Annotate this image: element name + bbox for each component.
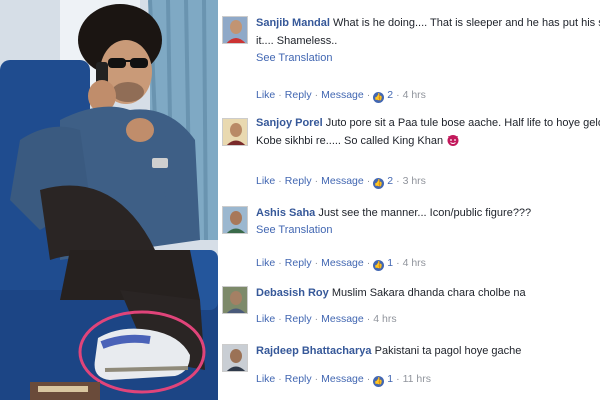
comment-actions: Like · Reply · Message · 👍 1 · 4 hrs bbox=[256, 257, 426, 271]
reaction-count[interactable]: 2 bbox=[387, 175, 393, 187]
reaction-count[interactable]: 1 bbox=[387, 257, 393, 269]
avatar[interactable] bbox=[222, 206, 248, 234]
comment-text: Pakistani ta pagol hoye gache bbox=[374, 345, 522, 357]
like-badge-icon: 👍 bbox=[373, 92, 385, 103]
message-link[interactable]: Message bbox=[321, 313, 364, 325]
comments-panel: Sanjib Mandal What is he doing.... That … bbox=[218, 0, 600, 400]
comment-actions: Like · Reply · Message · 👍 2 · 4 hrs bbox=[256, 89, 426, 103]
avatar[interactable] bbox=[222, 344, 248, 372]
comment-time[interactable]: 4 hrs bbox=[373, 313, 396, 325]
message-link[interactable]: Message bbox=[321, 257, 364, 269]
comment-author[interactable]: Rajdeep Bhattacharya bbox=[256, 345, 372, 357]
comment-actions: Like · Reply · Message · 👍 1 · 11 hrs bbox=[256, 373, 431, 387]
comment-actions: Like · Reply · Message · 4 hrs bbox=[256, 313, 397, 325]
devil-emoji-icon bbox=[446, 133, 460, 146]
comment-actions: Like · Reply · Message · 👍 2 · 3 hrs bbox=[256, 175, 426, 189]
comment-author[interactable]: Sanjoy Porel bbox=[256, 117, 323, 129]
like-link[interactable]: Like bbox=[256, 175, 275, 187]
reply-link[interactable]: Reply bbox=[285, 313, 312, 325]
comment-text: Kobe sikhbi re..... So called King Khan bbox=[256, 135, 444, 147]
comment-text: Juto pore sit a Paa tule bose aache. Hal… bbox=[325, 117, 600, 129]
like-link[interactable]: Like bbox=[256, 373, 275, 385]
comment-text: Muslim Sakara dhanda chara cholbe na bbox=[331, 287, 526, 299]
comment-text: it.... Shameless.. bbox=[256, 35, 338, 47]
avatar[interactable] bbox=[222, 118, 248, 146]
comment-time[interactable]: 4 hrs bbox=[403, 257, 426, 269]
comment-text: Just see the manner... Icon/public figur… bbox=[318, 207, 532, 219]
reply-link[interactable]: Reply bbox=[285, 89, 312, 101]
avatar[interactable] bbox=[222, 16, 248, 44]
reply-link[interactable]: Reply bbox=[285, 257, 312, 269]
like-badge-icon: 👍 bbox=[373, 178, 385, 189]
like-link[interactable]: Like bbox=[256, 257, 275, 269]
comment-author[interactable]: Sanjib Mandal bbox=[256, 17, 330, 29]
man-on-train-photo bbox=[0, 0, 218, 400]
message-link[interactable]: Message bbox=[321, 175, 364, 187]
comment-author[interactable]: Debasish Roy bbox=[256, 287, 329, 299]
comment-time[interactable]: 4 hrs bbox=[403, 89, 426, 101]
photo-panel bbox=[0, 0, 218, 400]
like-badge-icon: 👍 bbox=[373, 260, 385, 271]
reply-link[interactable]: Reply bbox=[285, 175, 312, 187]
comment-text: What is he doing.... That is sleeper and… bbox=[333, 17, 600, 29]
reply-link[interactable]: Reply bbox=[285, 373, 312, 385]
reaction-count[interactable]: 2 bbox=[387, 89, 393, 101]
comment-author[interactable]: Ashis Saha bbox=[256, 207, 315, 219]
reaction-count[interactable]: 1 bbox=[387, 373, 393, 385]
comment-time[interactable]: 3 hrs bbox=[403, 175, 426, 187]
message-link[interactable]: Message bbox=[321, 373, 364, 385]
avatar[interactable] bbox=[222, 286, 248, 314]
like-badge-icon: 👍 bbox=[373, 376, 385, 387]
see-translation-link[interactable]: See Translation bbox=[256, 222, 600, 238]
like-link[interactable]: Like bbox=[256, 89, 275, 101]
comment-time[interactable]: 11 hrs bbox=[403, 373, 431, 385]
like-link[interactable]: Like bbox=[256, 313, 275, 325]
message-link[interactable]: Message bbox=[321, 89, 364, 101]
see-translation-link[interactable]: See Translation bbox=[256, 50, 600, 66]
